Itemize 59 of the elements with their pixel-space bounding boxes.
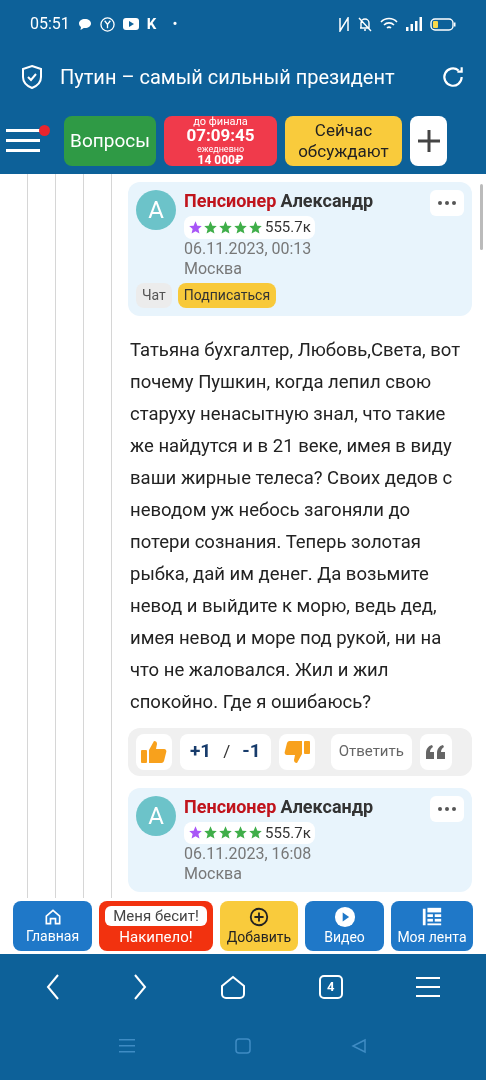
page-title[interactable]: Путин – самый сильный президент <box>60 62 424 92</box>
comment-city: Москва <box>184 864 243 884</box>
rank-stars-icon <box>188 825 263 841</box>
quote-icon <box>425 744 446 759</box>
comment-text: Татьяна бухгалтер, Любовь,Света, вот почему Пушкин, когда лепил свою старуху ненасытную знал, что такие же найдутся и в 21 веке, имея в виду ваши жирные телеса? Своих дедов с неводом уж небось загоняли до потери сознания. Теперь золотая рыбка, дай им денег. Да возьмите невод и выйдите к морю, ведь дед, имея невод и море под рукой, ни на что не жаловался. Жил и жил спокойно. Где я ошибаюсь? <box>129 337 462 715</box>
rating-score: 555.7к <box>265 822 311 844</box>
shield-check-icon[interactable] <box>20 64 44 90</box>
nfc-icon <box>338 16 350 32</box>
chat-bubble-icon <box>77 17 92 31</box>
circle-y-icon <box>99 16 115 32</box>
plus-circle-icon <box>248 906 270 928</box>
signal-icon <box>406 17 422 31</box>
plus-icon <box>417 130 440 152</box>
feed-button[interactable]: Моя лента <box>391 901 473 951</box>
add-post-button[interactable]: Добавить <box>220 901 298 951</box>
forward-icon[interactable] <box>133 974 148 1000</box>
scrollbar <box>480 184 483 250</box>
tab-count[interactable]: 4 <box>318 975 343 999</box>
menu-icon[interactable] <box>6 127 42 155</box>
video-button[interactable]: Видео <box>305 901 384 951</box>
add-button[interactable] <box>410 116 447 166</box>
status-time: 05:51 <box>30 13 70 35</box>
more-button[interactable] <box>430 795 464 822</box>
more-icon <box>438 201 456 205</box>
rating-score: 555.7к <box>265 217 311 238</box>
menu-icon[interactable] <box>415 976 440 998</box>
back-icon[interactable] <box>46 974 61 1000</box>
comment-date: 06.11.2023, 16:08 <box>184 844 313 864</box>
bell-muted-icon <box>358 16 372 32</box>
quote-button[interactable] <box>419 733 452 770</box>
reload-icon[interactable] <box>440 64 466 90</box>
more-button[interactable] <box>430 190 464 216</box>
play-icon <box>333 906 356 928</box>
rank-stars-icon <box>188 219 263 235</box>
thumbs-down-icon <box>283 739 310 764</box>
vote-score: +1 / -1 <box>180 733 271 770</box>
chat-button[interactable]: Чат <box>136 282 172 308</box>
thumbs-up-icon <box>141 739 167 764</box>
comment-date: 06.11.2023, 00:13 <box>184 238 313 259</box>
user-name[interactable]: Александр <box>280 190 374 212</box>
subscribe-button[interactable]: Подписаться <box>177 282 277 308</box>
more-icon <box>438 806 456 811</box>
discussing-button[interactable]: Сейчас обсуждают <box>285 116 402 166</box>
user-rank: Пенсионер <box>184 190 277 212</box>
battery-icon <box>430 17 456 31</box>
notification-letter: K <box>146 13 157 35</box>
video-icon <box>122 18 139 30</box>
prize-timer[interactable]: до финала 07:09:45 ежедневно 14 000₽ <box>164 116 277 166</box>
notification-dot: • <box>172 13 178 35</box>
rant-button[interactable]: Меня бесит! Накипело! <box>99 901 213 951</box>
comment-city: Москва <box>184 258 243 279</box>
home-icon[interactable] <box>220 975 246 999</box>
reply-button[interactable]: Ответить <box>330 733 412 770</box>
wifi-icon <box>380 17 398 31</box>
questions-button[interactable]: Вопросы <box>64 116 156 166</box>
user-name[interactable]: Александр <box>280 795 374 818</box>
newspaper-icon <box>421 906 443 928</box>
user-rank: Пенсионер <box>184 795 277 818</box>
home-button[interactable]: Главная <box>13 901 92 951</box>
